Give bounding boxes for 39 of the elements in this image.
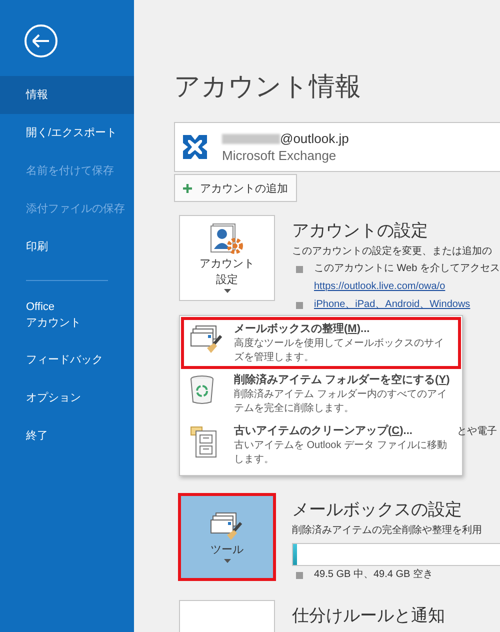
menu-item[interactable]: 古いアイテムのクリーンアップ(C)... 古いアイテムを Outlook データ ファイルに移動します。 — [182, 420, 460, 470]
bullet-icon — [296, 572, 303, 579]
section-heading: アカウントの設定 — [292, 220, 429, 242]
recycle-bin-icon — [190, 375, 214, 405]
sidebar-item[interactable]: オプション — [0, 379, 134, 417]
add-account-button[interactable]: アカウントの追加 — [174, 174, 297, 202]
link[interactable]: iPhone、iPad、Android、Windows — [314, 299, 470, 310]
tools-button[interactable]: ツール — [179, 494, 275, 580]
link[interactable]: https://outlook.live.com/owa/o — [314, 281, 446, 292]
account-settings-icon — [210, 223, 244, 255]
mail-cleanup-icon — [210, 511, 244, 541]
section-description: このアカウントの設定を変更、または追加の — [292, 244, 493, 259]
sidebar-item[interactable]: 情報 — [0, 76, 134, 114]
account-settings-button[interactable]: アカウント 設定 — [179, 215, 275, 301]
bullet-icon — [296, 302, 303, 309]
sidebar-item[interactable]: 開く/エクスポート — [0, 114, 134, 152]
section-heading: メールボックスの設定 — [292, 499, 463, 521]
file-cabinet-icon — [190, 426, 218, 458]
bullet-text: このアカウントに Web を介してアクセス — [314, 263, 500, 274]
menu-item[interactable]: 削除済みアイテム フォルダーを空にする(Y) 削除済みアイテム フォルダー内のすべてのアイテムを完全に削除します。 — [182, 369, 460, 419]
section-description: 削除済みアイテムの完全削除や整理を利用 — [292, 524, 483, 538]
bullet-text: 49.5 GB 中、49.4 GB 空き — [314, 569, 433, 580]
sidebar-item[interactable]: 終了 — [0, 417, 134, 455]
back-button[interactable] — [24, 24, 58, 58]
sidebar-item[interactable]: フィードバック — [0, 341, 134, 379]
plus-icon — [183, 184, 192, 192]
redacted-block — [222, 134, 280, 144]
menu-item[interactable]: メールボックスの整理(M)... 高度なツールを使用してメールボックスのサイズを管理します。 — [182, 318, 460, 368]
sidebar-item[interactable]: Office アカウント — [0, 289, 134, 341]
exchange-logo-icon — [180, 132, 210, 162]
account-card[interactable]: @outlook.jp Microsoft Exchange — [174, 122, 500, 172]
mail-cleanup-icon — [190, 324, 224, 354]
section-heading: 仕分けルールと通知 — [292, 605, 446, 627]
account-type: Microsoft Exchange — [222, 148, 338, 163]
account-email: @outlook.jp — [280, 131, 349, 146]
partial-text: とや電子 — [457, 425, 497, 438]
sidebar-item[interactable]: 印刷 — [0, 228, 134, 266]
bullet-icon — [296, 266, 303, 273]
page-title: アカウント情報 — [174, 70, 362, 103]
